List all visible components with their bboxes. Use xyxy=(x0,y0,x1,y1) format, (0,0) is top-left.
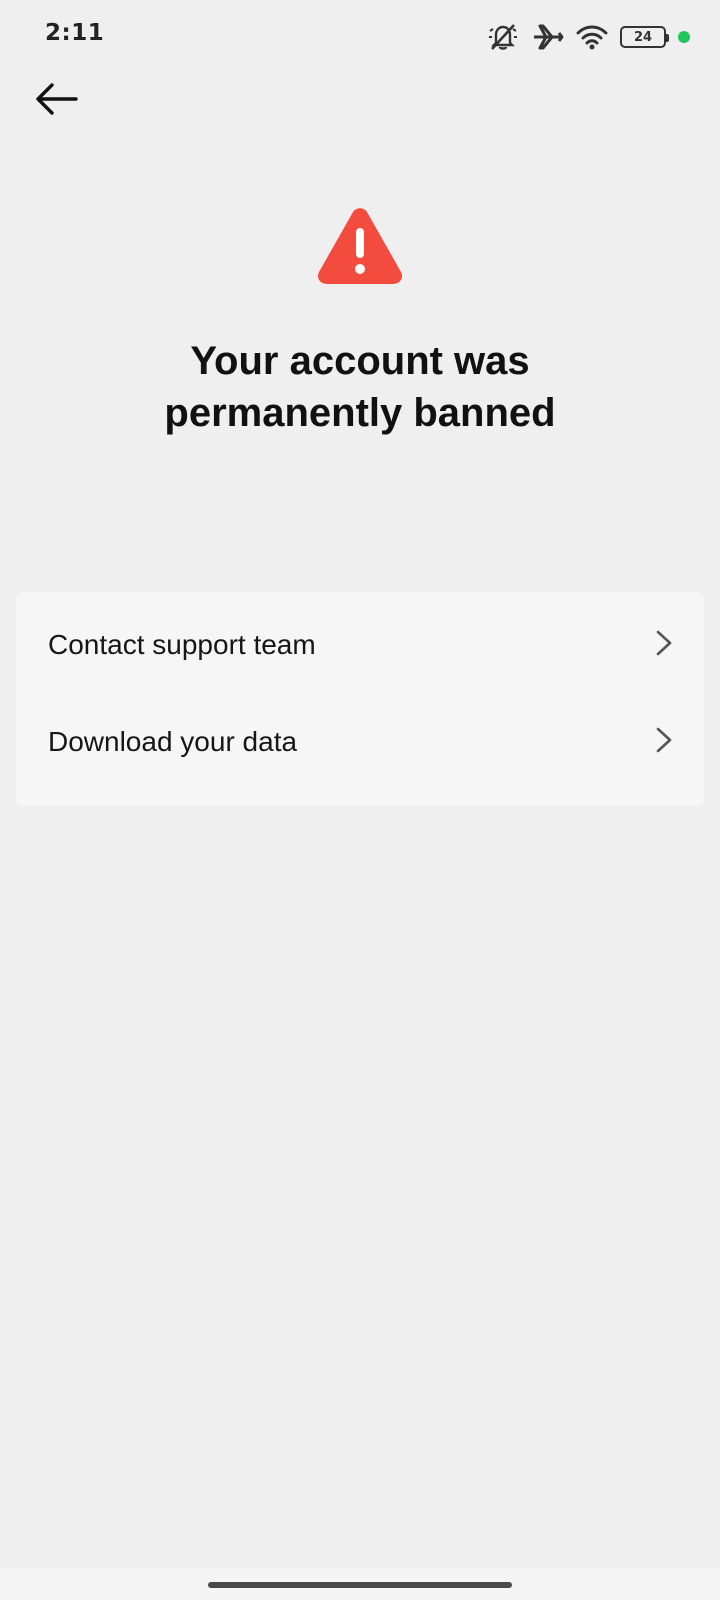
back-button[interactable] xyxy=(28,76,84,126)
warning-triangle-icon xyxy=(316,206,404,286)
ban-headline: Your account was permanently banned xyxy=(60,335,660,439)
wifi-icon xyxy=(576,23,608,51)
contact-support-option[interactable]: Contact support team xyxy=(16,597,704,693)
privacy-indicator-dot xyxy=(678,31,690,43)
home-indicator[interactable] xyxy=(208,1582,512,1588)
battery-level: 24 xyxy=(633,29,653,45)
status-time: 2:11 xyxy=(45,20,105,46)
headline-line-1: Your account was xyxy=(190,339,530,383)
ban-notice-screen: 2:11 24 Your account was permanently ban… xyxy=(0,0,720,1600)
bell-off-icon xyxy=(486,23,520,51)
chevron-right-icon xyxy=(654,629,674,662)
option-label: Download your data xyxy=(48,726,298,757)
option-label: Contact support team xyxy=(48,629,316,660)
options-card: Contact support team Download your data xyxy=(16,592,704,806)
airplane-mode-icon xyxy=(532,23,564,51)
arrow-left-icon xyxy=(34,82,78,121)
status-icons: 24 xyxy=(486,22,690,52)
download-data-option[interactable]: Download your data xyxy=(16,694,704,790)
chevron-right-icon xyxy=(654,726,674,759)
headline-line-2: permanently banned xyxy=(164,391,556,435)
status-bar: 2:11 24 xyxy=(0,0,720,70)
battery-icon: 24 xyxy=(620,26,669,48)
